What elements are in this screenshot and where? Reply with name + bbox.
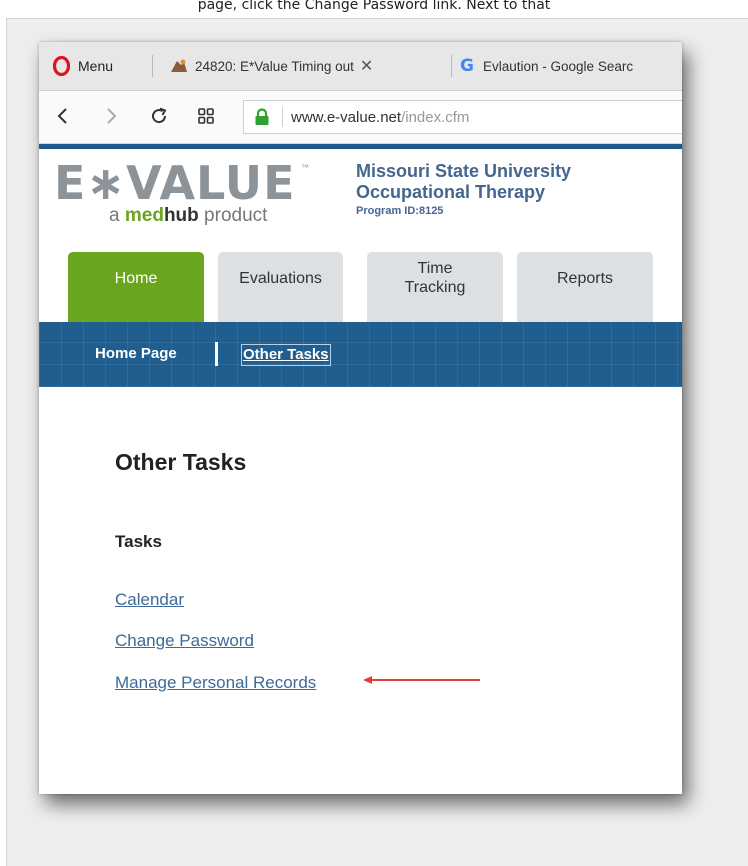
subnav-other-tasks[interactable]: Other Tasks	[241, 344, 331, 366]
chevron-left-icon	[57, 108, 67, 124]
main-nav-tabs: Home Evaluations Time Tracking Reports	[39, 252, 682, 322]
google-icon: G	[460, 56, 474, 76]
tab-label: Time Tracking	[404, 260, 466, 296]
subnav-home-page[interactable]: Home Page	[95, 344, 177, 364]
tab-title: Evlaution - Google Searc	[483, 58, 634, 74]
reload-icon	[152, 107, 167, 124]
logo-trademark: ™	[301, 163, 309, 172]
tagline-hub: hub	[163, 205, 199, 226]
forward-button[interactable]	[99, 104, 123, 128]
chevron-right-icon	[107, 108, 117, 124]
grid-icon	[198, 108, 214, 124]
url-field[interactable]: www.e-value.net/index.cfm	[243, 100, 682, 134]
browser-tab-evalue[interactable]: 24820: E*Value Timing out ✕	[169, 55, 451, 77]
organization-info: Missouri State University Occupational T…	[356, 161, 571, 219]
logo-tagline: a medhub product	[109, 205, 267, 227]
tab-separator	[152, 55, 153, 77]
tagline-prefix: a	[109, 205, 125, 226]
site-header: E∗VALUE ™ a medhub product Missouri Stat…	[39, 149, 682, 252]
browser-window: Menu 24820: E*Value Timing out ✕ G Evlau…	[39, 42, 682, 794]
tab-evaluations[interactable]: Evaluations	[218, 252, 343, 322]
lock-icon	[255, 108, 269, 125]
manage-personal-records-link[interactable]: Manage Personal Records	[115, 672, 316, 694]
document-caption-text: page, click the Change Password link. Ne…	[197, 0, 551, 13]
change-password-link[interactable]: Change Password	[115, 630, 254, 652]
sub-navigation-bar: Home Page Other Tasks	[39, 322, 682, 387]
section-heading: Tasks	[115, 532, 162, 551]
tab-separator	[451, 55, 452, 77]
program-id: Program ID:8125	[356, 205, 444, 217]
evalue-logo[interactable]: E∗VALUE ™ a medhub product	[54, 157, 314, 235]
tab-time-tracking[interactable]: Time Tracking	[367, 252, 503, 322]
page-title: Other Tasks	[115, 449, 247, 475]
tab-label: Evaluations	[239, 270, 322, 287]
tab-label: Reports	[556, 270, 614, 287]
speed-dial-button[interactable]	[194, 104, 218, 128]
browser-tab-strip: Menu 24820: E*Value Timing out ✕ G Evlau…	[39, 42, 682, 91]
address-bar: www.e-value.net/index.cfm	[39, 91, 682, 144]
url-text: www.e-value.net/index.cfm	[291, 109, 469, 126]
close-icon[interactable]: ✕	[360, 56, 373, 76]
org-name-line1: Missouri State University	[356, 161, 572, 181]
tab-reports[interactable]: Reports	[517, 252, 653, 322]
site-favicon-icon	[171, 59, 187, 72]
menu-label: Menu	[78, 58, 114, 74]
browser-tab-google[interactable]: G Evlaution - Google Searc	[457, 55, 682, 77]
url-divider	[282, 107, 283, 127]
tagline-med: med	[124, 205, 164, 226]
tagline-suffix: product	[198, 205, 268, 226]
tab-label: Home	[114, 270, 158, 287]
main-content: Other Tasks Tasks Calendar Change Passwo…	[39, 387, 682, 794]
calendar-link[interactable]: Calendar	[115, 589, 184, 611]
tab-home[interactable]: Home	[68, 252, 204, 322]
tab-title: 24820: E*Value Timing out	[195, 58, 354, 74]
reload-button[interactable]	[147, 104, 171, 128]
subnav-divider	[215, 342, 218, 366]
opera-menu-button[interactable]: Menu	[53, 55, 113, 77]
annotation-arrow	[363, 676, 480, 684]
opera-icon	[53, 56, 70, 76]
logo-wordmark: E∗VALUE	[54, 156, 296, 210]
org-name-line2: Occupational Therapy	[356, 182, 546, 202]
url-path: /index.cfm	[401, 108, 470, 126]
url-domain: www.e-value.net	[291, 108, 402, 126]
back-button[interactable]	[51, 104, 75, 128]
